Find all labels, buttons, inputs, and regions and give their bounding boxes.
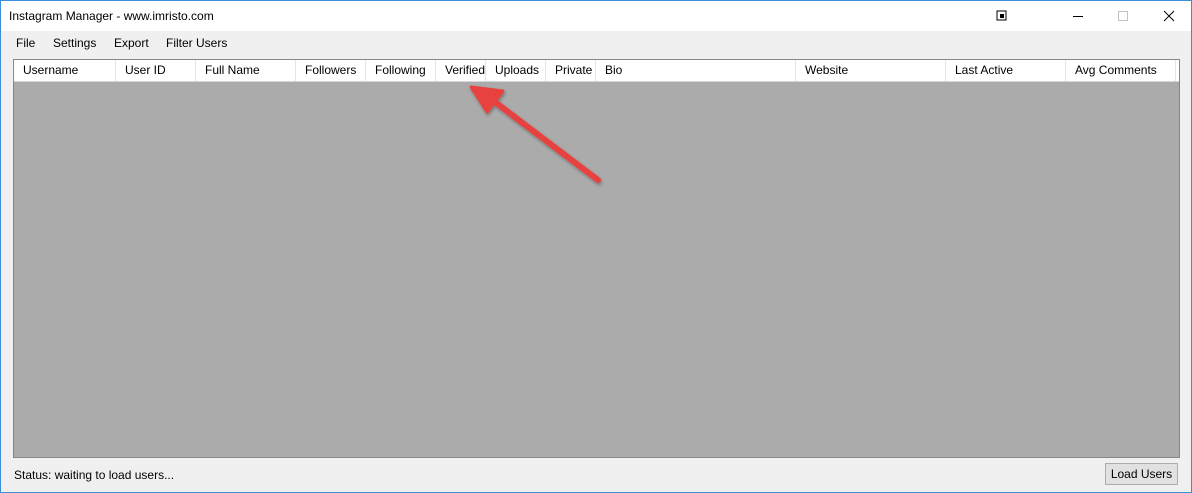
menu-export[interactable]: Export [114,36,149,50]
users-table[interactable]: Username User ID Full Name Followers Fol… [13,59,1180,458]
status-label: Status: waiting to load users... [14,468,175,482]
table-header: Username User ID Full Name Followers Fol… [14,60,1179,82]
menu-bar: File Settings Export Filter Users [1,32,1191,54]
window-title: Instagram Manager - www.imristo.com [9,9,214,23]
column-header-private[interactable]: Private [546,60,596,81]
minimize-button[interactable] [1055,1,1101,31]
column-header-last-active[interactable]: Last Active [946,60,1066,81]
maximize-icon [1118,11,1128,21]
column-header-website[interactable]: Website [796,60,946,81]
menu-file[interactable]: File [16,36,35,50]
close-icon [1163,10,1175,22]
column-header-verified[interactable]: Verified [436,60,486,81]
column-header-following[interactable]: Following [366,60,436,81]
maximize-button[interactable] [1100,1,1146,31]
column-header-username[interactable]: Username [14,60,116,81]
column-header-avg-comments[interactable]: Avg Comments [1066,60,1176,81]
load-users-button[interactable]: Load Users [1105,463,1178,485]
menu-filter-users[interactable]: Filter Users [166,36,227,50]
column-header-followers[interactable]: Followers [296,60,366,81]
app-window: Instagram Manager - www.imristo.com File… [0,0,1192,493]
pin-icon [996,10,1007,21]
table-body[interactable] [14,82,1179,457]
column-header-user-id[interactable]: User ID [116,60,196,81]
close-button[interactable] [1146,1,1192,31]
title-bar[interactable]: Instagram Manager - www.imristo.com [1,1,1191,31]
column-header-bio[interactable]: Bio [596,60,796,81]
pin-button[interactable] [979,1,1025,31]
minimize-icon [1073,16,1083,17]
column-header-full-name[interactable]: Full Name [196,60,296,81]
menu-settings[interactable]: Settings [53,36,96,50]
column-header-uploads[interactable]: Uploads [486,60,546,81]
